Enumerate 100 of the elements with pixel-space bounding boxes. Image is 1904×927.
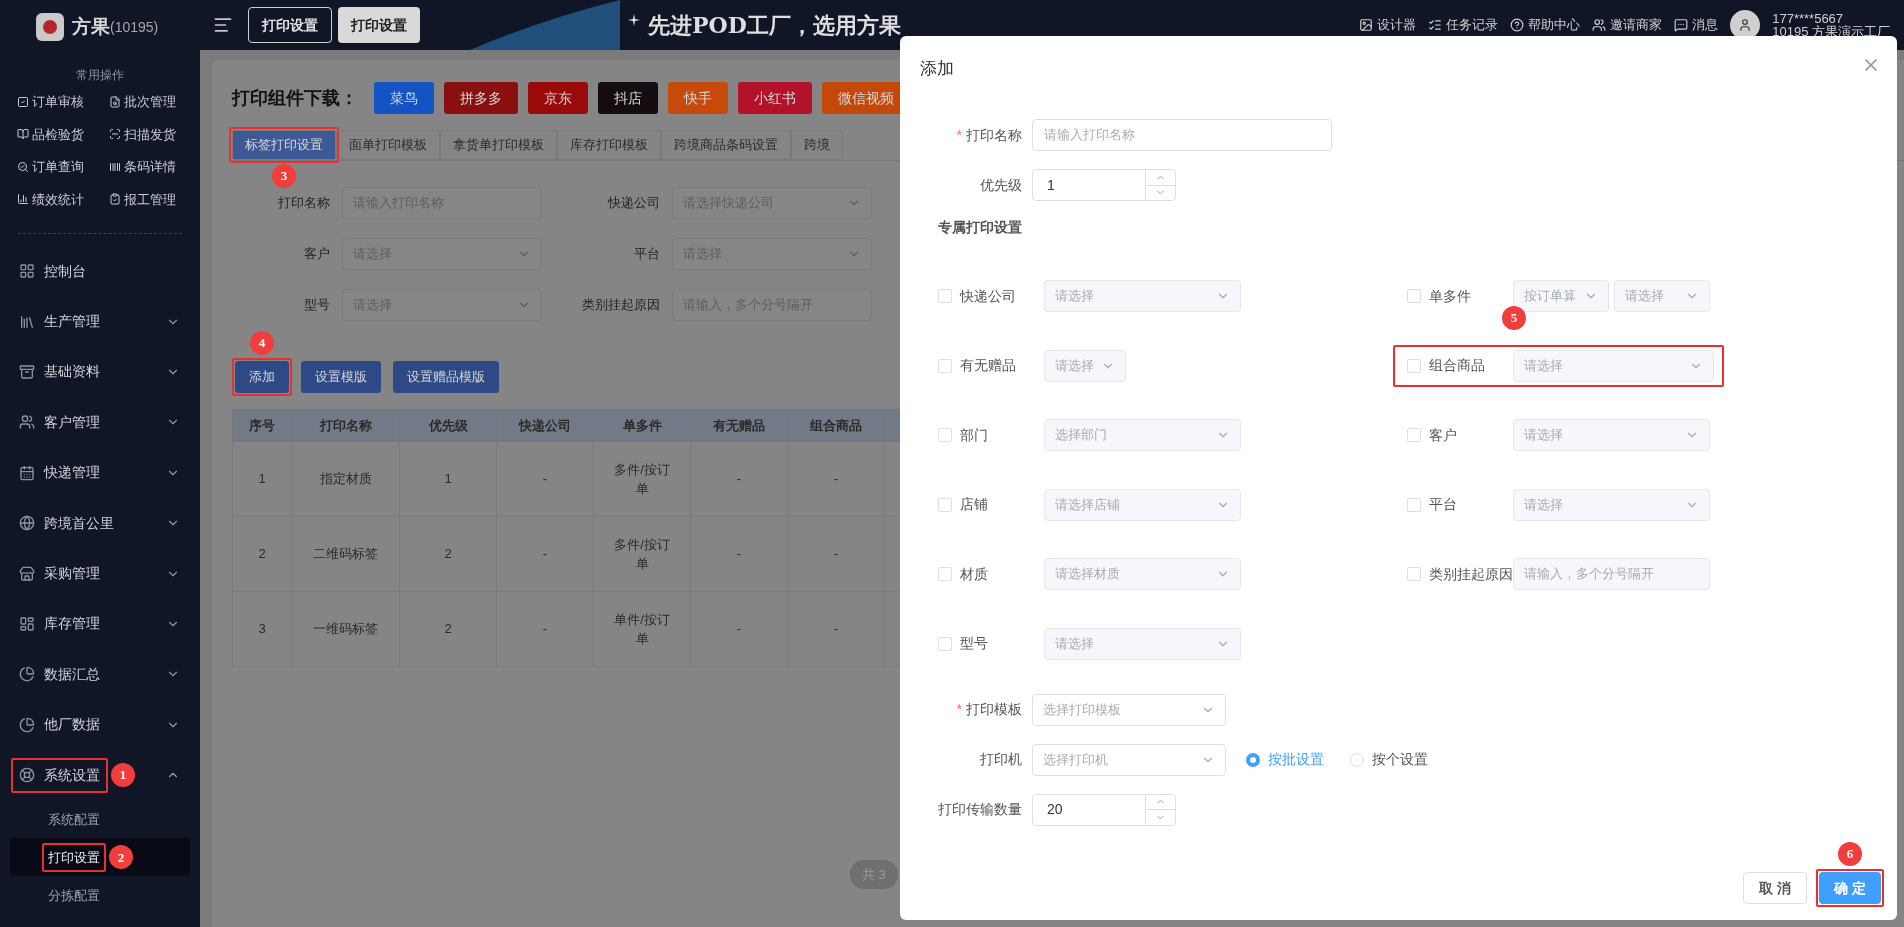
radio-option[interactable]: 按个设置 [1350, 749, 1428, 770]
quick-action[interactable]: 绩效统计 [17, 189, 109, 209]
table-cell: 1 [444, 471, 452, 487]
table-cell: 单件/按订单 [614, 611, 670, 646]
quick-action-icon [108, 95, 121, 108]
tab[interactable]: 库存打印模板 [557, 130, 661, 160]
submenu-item[interactable]: 打印设置 2 [10, 838, 190, 877]
table-cell: - [542, 471, 548, 487]
menu-item[interactable]: 基础资料 [0, 346, 200, 398]
header-link[interactable]: 任务记录 [1428, 15, 1499, 35]
quick-action[interactable]: 批次管理 [108, 92, 200, 112]
number-field[interactable]: 1 [1032, 169, 1176, 201]
menu-item[interactable]: 跨境首公里 [0, 497, 200, 549]
table-cell: - [736, 621, 742, 637]
menu-item[interactable]: 数据汇总 [0, 649, 200, 700]
header-link[interactable]: 邀请商家 [1592, 15, 1663, 35]
quick-action[interactable]: 订单审核 [17, 92, 109, 112]
quick-action[interactable]: 报工管理 [108, 189, 200, 209]
menu-item[interactable]: 库存管理 [0, 598, 200, 650]
table-cell: - [833, 471, 839, 487]
checkbox[interactable] [1407, 497, 1421, 512]
quick-action-icon [108, 193, 121, 206]
page-tab[interactable]: 打印设置 [338, 7, 420, 43]
quick-action[interactable]: 订单查询 [17, 157, 109, 177]
table-cell: - [736, 546, 742, 562]
dialog-title: 添加 [920, 58, 954, 81]
checkbox-label: 平台 [1428, 495, 1458, 514]
tab[interactable]: 跨境 [791, 130, 843, 160]
checkbox[interactable] [1407, 358, 1421, 373]
menu-item[interactable]: 客户管理 [0, 397, 200, 448]
menu-item[interactable]: 生产管理 [0, 296, 200, 347]
checkbox-label: 部门 [959, 425, 989, 445]
download-button[interactable]: 抖店 [598, 82, 658, 114]
logo-icon [36, 13, 64, 41]
checkbox[interactable] [938, 358, 952, 373]
checkbox-label: 组合商品 [1428, 356, 1486, 375]
user-phone: 177****5667 [1772, 12, 1844, 25]
menu-item[interactable]: 控制台 [0, 246, 200, 297]
action-button[interactable]: 设置赠品模版 [393, 361, 499, 393]
checkbox[interactable] [1407, 567, 1421, 581]
quick-action-icon [17, 193, 29, 206]
table-cell: 二维码标签 [313, 546, 378, 562]
table-cell: 2 [258, 546, 266, 562]
menu-icon[interactable] [213, 15, 233, 35]
checkbox[interactable] [938, 428, 952, 442]
table-cell: - [833, 621, 839, 637]
table-cell: 多件/按订单 [614, 461, 670, 496]
tab[interactable]: 跨境商品条码设置 [661, 130, 791, 160]
quick-action-icon [17, 128, 29, 141]
filter-label: 快递公司 [607, 194, 661, 213]
menu-icon [19, 363, 35, 380]
quick-action[interactable]: 条码详情 [108, 157, 200, 177]
menu-icon [19, 515, 35, 532]
action-button[interactable]: 添加 [235, 361, 289, 393]
number-field[interactable]: 20 [1032, 793, 1176, 826]
checkbox[interactable] [1407, 428, 1421, 442]
menu-item[interactable]: 系统设置 1 [0, 749, 200, 801]
download-button[interactable]: 菜鸟 [374, 82, 434, 114]
download-button[interactable]: 快手 [668, 82, 728, 114]
column-header: 打印名称 [291, 409, 400, 442]
tab[interactable]: 拿货单打印模板 [440, 130, 557, 160]
table-cell: 指定材质 [319, 471, 372, 487]
checkbox-label: 单多件 [1428, 286, 1472, 306]
cancel-button[interactable]: 取 消 [1743, 872, 1808, 904]
menu-item[interactable]: 快递管理 [0, 447, 200, 498]
quick-action[interactable]: 扫描发货 [108, 124, 200, 144]
header-link[interactable]: 设计器 [1359, 15, 1417, 35]
logo-text: 方果 [72, 14, 110, 39]
checkbox[interactable] [938, 289, 952, 303]
header-link[interactable]: 消息 [1674, 15, 1719, 35]
column-header: 组合商品 [787, 409, 885, 442]
tab[interactable]: 面单打印模板 [336, 130, 440, 160]
action-button[interactable]: 设置模版 [301, 361, 381, 393]
tab[interactable]: 标签打印设置 [232, 130, 336, 160]
checkbox-label: 类别挂起原因 [1428, 564, 1513, 584]
banner-text: 先进POD工厂，选用方果 [648, 10, 901, 40]
download-button[interactable]: 京东 [528, 82, 588, 114]
checkbox[interactable] [938, 567, 952, 581]
callout-badge: 3 [272, 164, 296, 188]
menu-icon [19, 263, 35, 280]
checkbox[interactable] [938, 497, 952, 512]
checkbox[interactable] [1407, 289, 1421, 303]
checkbox-label: 客户 [1428, 425, 1458, 445]
header-link[interactable]: 帮助中心 [1510, 15, 1581, 35]
header-link-icon [1674, 18, 1689, 32]
submenu-item[interactable]: 分拣配置 [10, 876, 190, 915]
highlight-frame [42, 842, 106, 873]
menu-icon [19, 716, 35, 733]
submenu-item[interactable]: 系统配置 [10, 800, 190, 839]
filter-label: 客户 [303, 245, 331, 264]
menu-item[interactable]: 他厂数据 [0, 699, 200, 750]
checkbox-label: 型号 [959, 634, 989, 653]
download-button[interactable]: 拼多多 [444, 82, 518, 114]
page-tab[interactable]: 打印设置 [248, 7, 332, 43]
download-button[interactable]: 小红书 [738, 82, 812, 114]
callout-badge: 1 [111, 763, 135, 788]
quick-action[interactable]: 品检验货 [17, 124, 109, 144]
checkbox[interactable] [938, 636, 952, 651]
menu-item[interactable]: 采购管理 [0, 548, 200, 599]
table-cell: 3 [258, 621, 266, 637]
